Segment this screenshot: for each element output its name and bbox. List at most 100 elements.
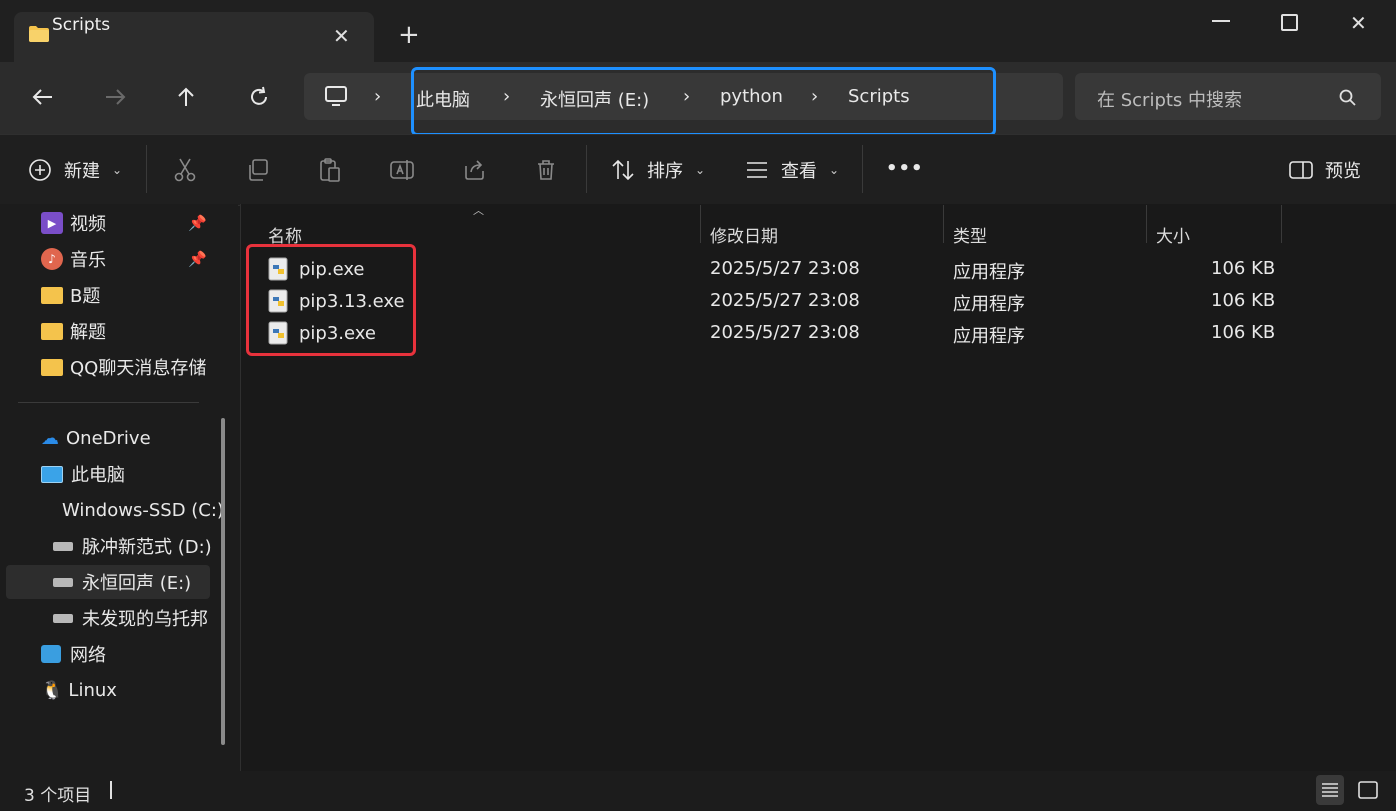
status-bar	[0, 771, 1396, 811]
sidebar-item-this-pc[interactable]: 此电脑	[0, 457, 222, 491]
refresh-button[interactable]	[239, 77, 279, 117]
sidebar-item-label: 网络	[70, 645, 106, 666]
rename-button[interactable]	[382, 150, 422, 190]
scissors-icon	[174, 158, 196, 182]
copy-icon	[249, 159, 268, 181]
sidebar-item-drive-f[interactable]: 未发现的乌托邦	[0, 601, 222, 635]
refresh-icon	[251, 86, 267, 105]
preview-label: 预览	[1325, 161, 1361, 182]
column-divider[interactable]	[700, 205, 701, 243]
text-cursor	[110, 781, 112, 799]
tiles-view-icon	[1358, 781, 1378, 799]
forward-button[interactable]	[95, 77, 135, 117]
file-modified: 2025/5/27 23:08	[710, 290, 860, 311]
divider	[586, 145, 587, 193]
paste-button[interactable]	[310, 150, 350, 190]
new-button[interactable]: 新建 ⌄	[28, 157, 122, 183]
cloud-icon: ☁	[41, 427, 59, 449]
sidebar-item-network[interactable]: 网络	[0, 637, 222, 671]
sidebar-item-linux[interactable]: 🐧 Linux	[0, 673, 222, 707]
sort-label: 排序	[647, 161, 683, 182]
drive-icon	[53, 541, 73, 551]
drive-icon	[53, 577, 73, 587]
sidebar-item-label: 视频	[70, 214, 106, 235]
sidebar-item-label: OneDrive	[66, 427, 151, 449]
search-input[interactable]: 在 Scripts 中搜索	[1097, 86, 1242, 112]
drive-icon	[53, 613, 73, 623]
sidebar-item-label: 此电脑	[71, 465, 125, 486]
file-size: 106 KB	[1211, 258, 1276, 279]
sidebar-divider	[18, 402, 199, 403]
column-divider[interactable]	[1281, 205, 1282, 243]
sidebar-item-label: QQ聊天消息存储	[70, 358, 207, 379]
chevron-down-icon: ⌄	[112, 163, 123, 177]
maximize-button[interactable]	[1281, 14, 1298, 31]
sidebar-item-videos[interactable]: ▶ 视频 📌	[0, 206, 222, 240]
sidebar-item-music[interactable]: ♪ 音乐 📌	[0, 242, 222, 276]
sidebar-item-label: Linux	[68, 679, 117, 701]
tiles-view-button[interactable]	[1354, 775, 1382, 805]
sort-up-icon: ︿	[473, 204, 484, 217]
details-view-button[interactable]	[1316, 775, 1344, 805]
share-button[interactable]	[455, 150, 495, 190]
chevron-down-icon: ⌄	[829, 163, 840, 177]
folder-icon	[41, 322, 63, 340]
item-count: 3 个项目	[24, 786, 92, 806]
sidebar-item-label: 未发现的乌托邦	[82, 609, 208, 630]
back-button[interactable]	[23, 77, 63, 117]
tab-close-icon[interactable]: ✕	[333, 24, 350, 48]
sidebar-item-drive-e[interactable]: 永恒回声 (E:)	[6, 565, 210, 599]
sidebar-scrollbar[interactable]	[221, 418, 225, 745]
column-header-size[interactable]: 大小	[1156, 222, 1190, 247]
file-modified: 2025/5/27 23:08	[710, 258, 860, 279]
sidebar-item-drive-d[interactable]: 脉冲新范式 (D:)	[0, 529, 222, 563]
copy-button[interactable]	[238, 150, 278, 190]
pin-icon[interactable]: 📌	[188, 250, 207, 268]
linux-penguin-icon: 🐧	[41, 679, 64, 701]
rename-icon	[390, 160, 414, 180]
more-options-button[interactable]: •••	[886, 158, 924, 179]
sidebar-item-folder[interactable]: 解题	[0, 314, 222, 348]
arrow-right-icon	[106, 89, 126, 105]
close-button[interactable]: ✕	[1350, 11, 1367, 35]
sidebar-item-label: 脉冲新范式 (D:)	[82, 537, 212, 558]
file-type: 应用程序	[953, 326, 1025, 347]
file-type: 应用程序	[953, 262, 1025, 283]
paste-icon	[320, 158, 340, 182]
preview-pane-icon	[1289, 161, 1313, 179]
sort-button[interactable]: 排序 ⌄	[611, 157, 705, 183]
sidebar-item-folder[interactable]: B题	[0, 278, 222, 312]
folder-icon	[41, 286, 63, 304]
column-divider[interactable]	[1146, 205, 1147, 243]
view-label: 查看	[781, 161, 817, 182]
divider	[862, 145, 863, 193]
cut-button[interactable]	[165, 150, 205, 190]
up-button[interactable]	[166, 77, 206, 117]
computer-icon[interactable]	[324, 85, 348, 111]
search-icon[interactable]	[1339, 89, 1357, 111]
preview-button[interactable]: 预览	[1289, 157, 1361, 183]
tab-title: Scripts	[52, 15, 111, 35]
share-icon	[465, 160, 484, 180]
view-list-icon	[747, 162, 767, 178]
new-tab-button[interactable]: +	[398, 20, 420, 50]
view-button[interactable]: 查看 ⌄	[745, 157, 839, 183]
sidebar-item-folder[interactable]: QQ聊天消息存储	[0, 350, 222, 384]
video-icon: ▶	[41, 212, 63, 234]
file-modified: 2025/5/27 23:08	[710, 322, 860, 343]
sidebar-item-onedrive[interactable]: ☁ OneDrive	[0, 421, 222, 455]
sidebar-item-drive-c[interactable]: Windows-SSD (C:)	[0, 493, 222, 527]
monitor-icon	[41, 465, 63, 483]
folder-icon	[41, 358, 63, 376]
column-header-modified[interactable]: 修改日期	[710, 222, 778, 247]
plus-circle-icon	[29, 159, 51, 181]
pin-icon[interactable]: 📌	[188, 214, 207, 232]
navigation-pane: ▶ 视频 📌 ♪ 音乐 📌 B题 解题 QQ聊天消息存储 ☁ OneDrive …	[0, 204, 238, 771]
chevron-right-icon[interactable]: ›	[374, 86, 381, 107]
file-size: 106 KB	[1211, 322, 1276, 343]
minimize-button[interactable]	[1212, 20, 1230, 22]
column-header-type[interactable]: 类型	[953, 222, 987, 247]
column-divider[interactable]	[943, 205, 944, 243]
delete-button[interactable]	[526, 150, 566, 190]
divider	[146, 145, 147, 193]
